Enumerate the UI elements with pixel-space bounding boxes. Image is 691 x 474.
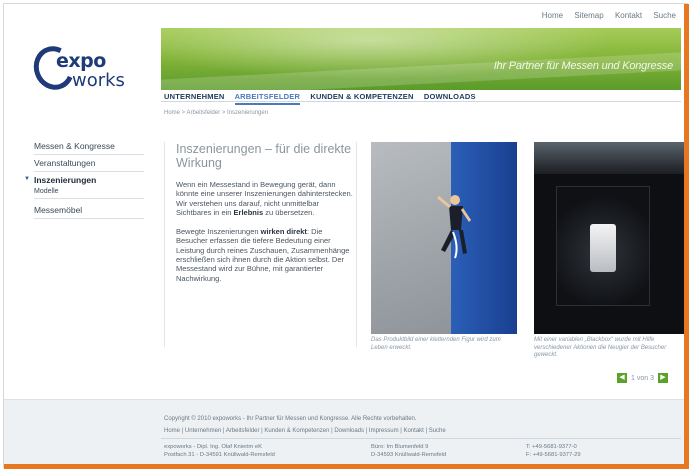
footer-copyright: Copyright © 2010 expoworks - Ihr Partner… (164, 416, 417, 422)
top-nav-sitemap[interactable]: Sitemap (574, 11, 603, 20)
next-arrow-icon[interactable]: ▶ (657, 373, 668, 383)
prev-arrow-icon[interactable]: ◀ (617, 373, 627, 383)
photo2-caption: Mit einer variablen „Blackbox“ wurde mit… (534, 337, 667, 358)
footer-address-line: Postfach 31 - D-34591 Knüllwald-Remsfeld (164, 451, 275, 458)
climbing-figure-photo[interactable] (371, 142, 517, 334)
p2-text: Bewegte Inszenierungen (176, 227, 261, 237)
top-nav-suche[interactable]: Suche (653, 11, 676, 20)
footer-divider (161, 438, 681, 439)
sidebar-item-messen[interactable]: Messen & Kongresse (34, 138, 144, 155)
header-banner: Ihr Partner für Messen und Kongresse (161, 28, 681, 90)
footer-contact: T: +49-5681-9377-0 F: +49-5681-9377-29 (526, 444, 581, 459)
footer-links[interactable]: Home | Unternehmen | Arbeitsfelder | Kun… (164, 428, 446, 434)
blackbox-product (590, 224, 616, 272)
main-content: Inszenierungen – für die direkte Wirkung… (176, 142, 354, 283)
content-left-divider (164, 142, 165, 347)
sidebar: Messen & Kongresse Veranstaltungen ▼ Ins… (24, 138, 144, 219)
footer-address-2: Büro: Im Blumenfeld 9 D-34593 Knüllwald-… (371, 444, 446, 459)
sidebar-item-messemoebel[interactable]: Messemöbel (34, 202, 144, 219)
footer-phone: T: +49-5681-9377-0 (526, 444, 577, 450)
paragraph-1: Wenn ein Messestand in Bewegung gerät, d… (176, 180, 354, 217)
sidebar-subitem-modelle[interactable]: Modelle (34, 188, 144, 199)
main-nav-arbeitsfelder[interactable]: ARBEITSFELDER (234, 92, 301, 105)
p1-text-end: zu übersetzen. (263, 207, 315, 217)
page-frame: Home Sitemap Kontakt Suche expo works Ih… (4, 4, 689, 469)
footer-address-line: Büro: Im Blumenfeld 9 (371, 444, 429, 450)
sidebar-item-label: Inszenierungen (34, 175, 97, 185)
nav-divider (161, 101, 681, 102)
banner-tagline: Ihr Partner für Messen und Kongresse (493, 60, 673, 72)
photo2-background (534, 142, 684, 174)
photo1-caption: Das Produktbild einer kletternden Figur … (371, 337, 501, 351)
main-nav: UNTERNEHMEN ARBEITSFELDER KUNDEN & KOMPE… (164, 92, 484, 105)
image-pager: ◀ 1 von 3 ▶ (617, 373, 668, 383)
p2-text-end: : Die Besucher erfassen die tiefere Bede… (176, 227, 350, 283)
logo-word-expo: expo (56, 50, 106, 72)
footer-address-line: D-34593 Knüllwald-Remsfeld (371, 451, 447, 458)
footer: Copyright © 2010 expoworks - Ihr Partner… (4, 399, 684, 464)
footer-fax: F: +49-5681-9377-29 (526, 451, 581, 458)
pager-count: 1 von 3 (631, 374, 654, 382)
content-right-divider (356, 142, 357, 347)
sidebar-item-inszenierungen[interactable]: ▼ Inszenierungen (24, 172, 144, 188)
top-nav-home[interactable]: Home (542, 11, 563, 20)
page-title: Inszenierungen – für die direkte Wirkung (176, 142, 352, 170)
logo-word-works: works (72, 70, 125, 91)
p2-emphasis: wirken direkt (260, 227, 307, 237)
p1-emphasis: Erlebnis (233, 207, 264, 217)
active-arrow-icon: ▼ (24, 176, 30, 182)
breadcrumb[interactable]: Home > Arbeitsfelder > Inszenierungen (164, 110, 268, 116)
top-nav-kontakt[interactable]: Kontakt (615, 11, 642, 20)
footer-address-1: expoworks - Dipl. Ing. Olaf Knierim eK P… (164, 444, 275, 459)
expoworks-logo[interactable]: expo works (27, 40, 144, 97)
top-nav: Home Sitemap Kontakt Suche (533, 11, 676, 20)
blackbox-photo[interactable] (534, 142, 684, 334)
footer-address-line: expoworks - Dipl. Ing. Olaf Knierim eK (164, 444, 262, 450)
paragraph-2: Bewegte Inszenierungen wirken direkt: Di… (176, 227, 354, 283)
sidebar-item-veranstaltungen[interactable]: Veranstaltungen (34, 155, 144, 172)
climber-figure-icon (437, 195, 471, 259)
